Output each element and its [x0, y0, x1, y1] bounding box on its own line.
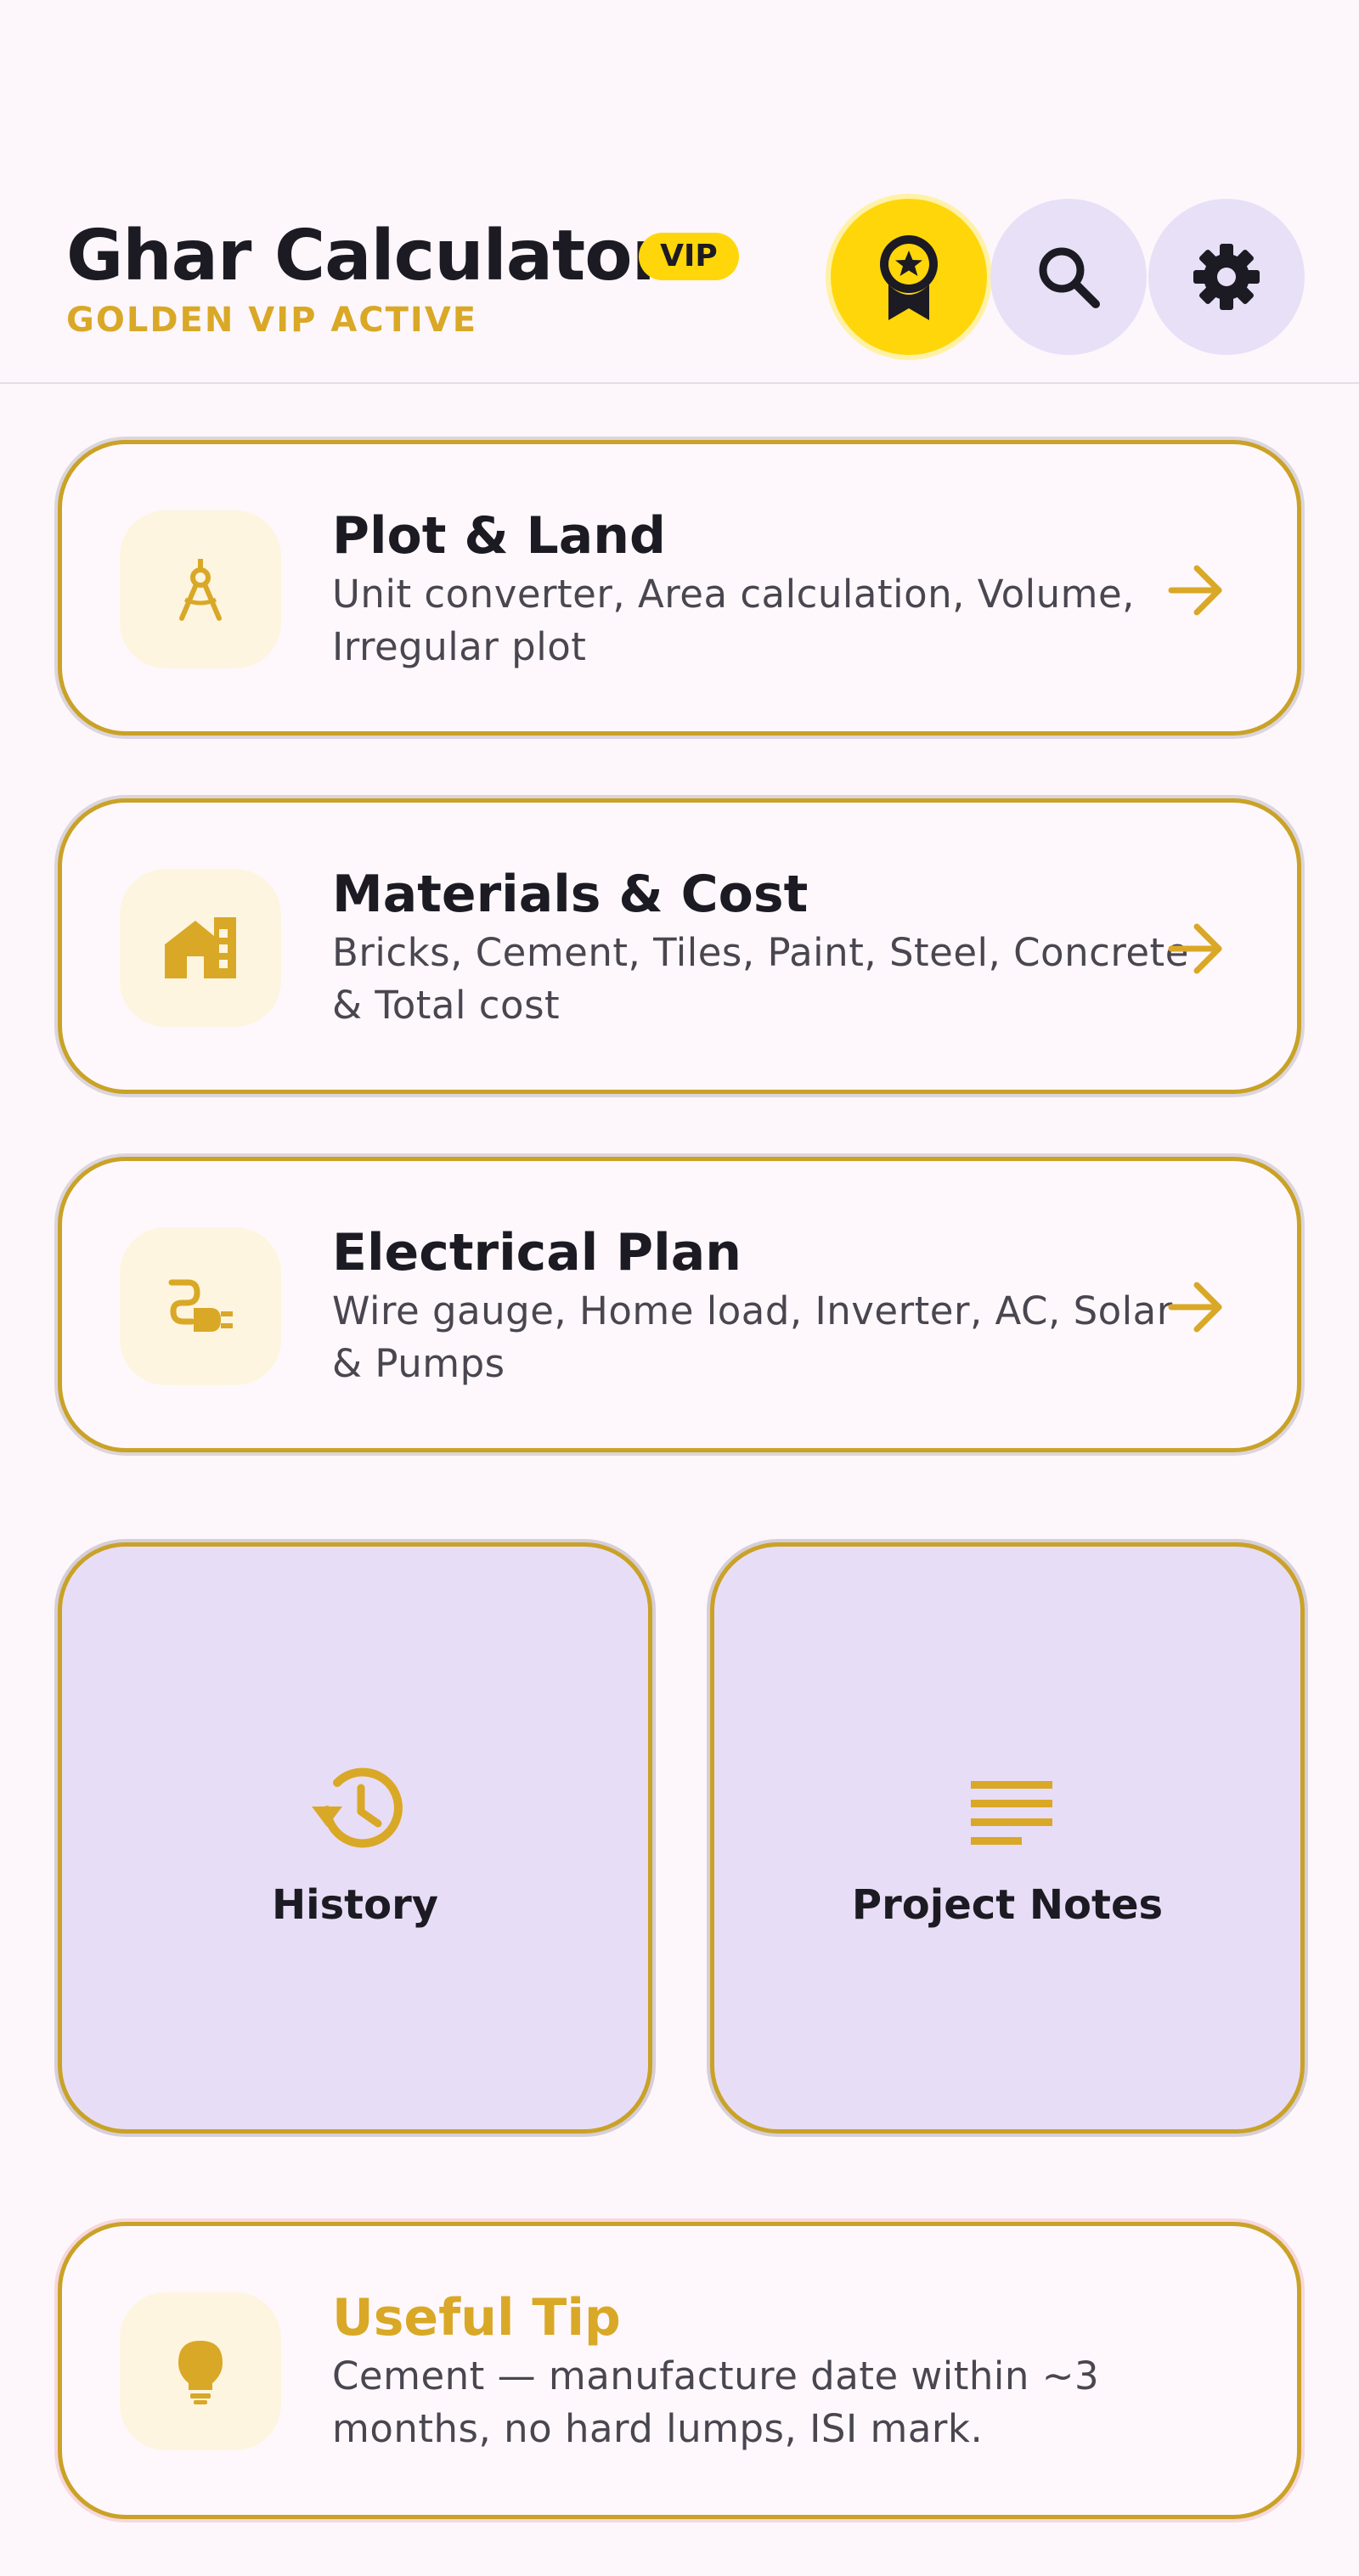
settings-button[interactable] [1148, 199, 1305, 355]
history-tile[interactable]: History [58, 1542, 652, 2134]
card-description: Bricks, Cement, Tiles, Paint, Steel, Con… [332, 930, 1189, 1028]
search-button[interactable] [990, 199, 1147, 355]
electrical-plan-icon-box [120, 1227, 281, 1385]
lightbulb-icon [178, 2341, 223, 2404]
project-notes-tile[interactable]: Project Notes [710, 1542, 1305, 2134]
tile-label: History [271, 1881, 439, 1929]
card-description: Wire gauge, Home load, Inverter, AC, Sol… [332, 1288, 1173, 1386]
gear-icon [1193, 244, 1260, 310]
vip-badge: VIP [639, 233, 739, 280]
materials-cost-card[interactable]: Materials & Cost Bricks, Cement, Tiles, … [58, 798, 1301, 1094]
arrow-right-icon [1168, 923, 1222, 974]
tip-icon-box [120, 2292, 281, 2450]
tip-title: Useful Tip [332, 2288, 621, 2348]
vip-button[interactable] [831, 199, 987, 355]
app-title: Ghar Calculator [66, 216, 666, 296]
arrow-right-icon [1168, 1282, 1222, 1333]
vip-status-text: GOLDEN VIP ACTIVE [66, 301, 478, 340]
tip-text: Cement — manufacture date within ~3 mont… [332, 2353, 1100, 2451]
notes-icon [971, 1781, 1052, 1845]
useful-tip-card: Useful Tip Cement — manufacture date wit… [58, 2222, 1301, 2519]
card-title: Electrical Plan [332, 1223, 742, 1282]
plot-land-card[interactable]: Plot & Land Unit converter, Area calcula… [58, 440, 1301, 736]
history-icon [312, 1767, 403, 1848]
arrow-right-icon [1168, 565, 1222, 616]
electrical-plan-card[interactable]: Electrical Plan Wire gauge, Home load, I… [58, 1157, 1301, 1452]
app-header: Ghar Calculator VIP GOLDEN VIP ACTIVE [0, 0, 1359, 384]
tile-label: Project Notes [851, 1881, 1164, 1929]
card-description: Unit converter, Area calculation, Volume… [332, 572, 1135, 669]
materials-cost-icon-box [120, 869, 281, 1027]
card-title: Materials & Cost [332, 865, 809, 924]
plug-icon [168, 1279, 233, 1332]
card-title: Plot & Land [332, 506, 666, 566]
plot-land-icon-box [120, 510, 281, 668]
building-icon [165, 917, 236, 978]
compass-icon [179, 559, 222, 621]
vip-award-icon [880, 235, 938, 320]
search-icon [1039, 247, 1100, 308]
